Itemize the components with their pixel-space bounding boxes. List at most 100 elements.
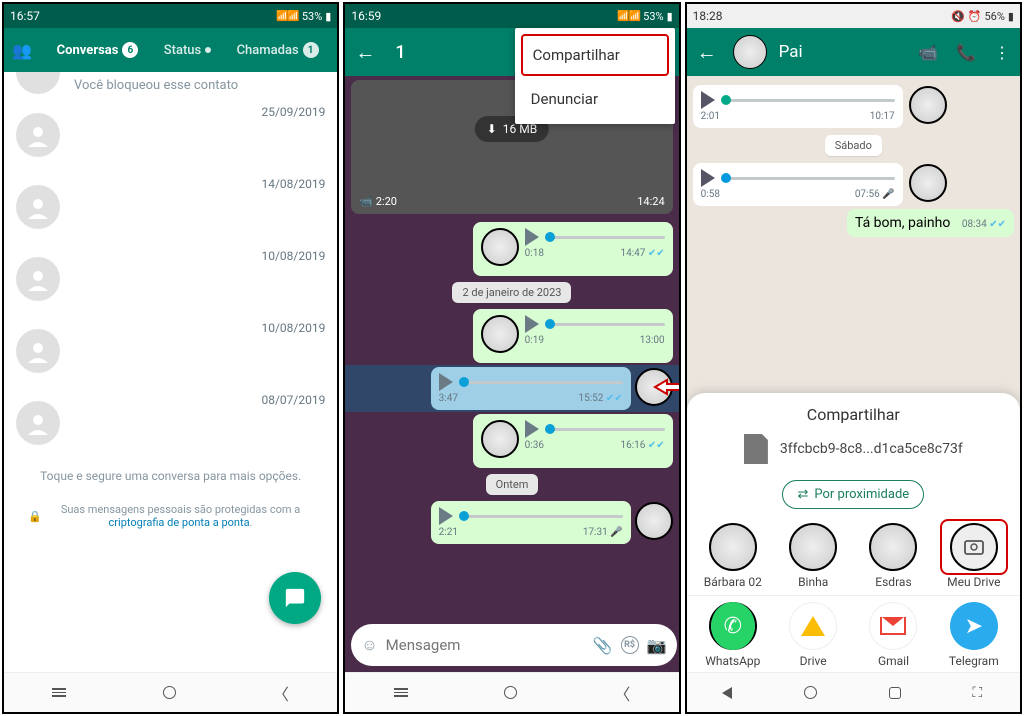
share-app-telegram[interactable]: ➤Telegram (934, 602, 1014, 668)
system-nav: ⛶ (687, 672, 1020, 712)
chat-row[interactable]: 10/08/2019 (4, 243, 337, 315)
date-divider: Ontem (486, 474, 539, 495)
expand-button[interactable]: ⛶ (972, 685, 984, 701)
chat-header: ← Pai 📹 📞 ⋮ (687, 28, 1020, 76)
status-time: 16:59 (351, 9, 381, 23)
chat-area[interactable]: ⬇ 16 MB 📹 2:20 14:24 0:1814:47 ✔✔ 2 de j… (345, 76, 678, 672)
read-ticks-icon: ✔✔ (648, 248, 665, 259)
text-msg-out[interactable]: Tá bom, painho 08:34 ✔✔ (693, 209, 1014, 237)
new-chat-fab[interactable] (269, 572, 321, 624)
recents-button[interactable] (889, 687, 901, 699)
encryption-notice: 🔒 Suas mensagens pessoais são protegidas… (4, 493, 337, 539)
nearby-icon: ⇄ (797, 487, 808, 502)
play-icon[interactable] (439, 507, 453, 525)
chat-row[interactable]: 10/08/2019 (4, 315, 337, 387)
avatar (16, 257, 60, 301)
system-nav: 〈 (345, 672, 678, 712)
share-target[interactable]: Binha (773, 523, 853, 589)
voice-msg[interactable]: 0:1913:00 (345, 307, 678, 365)
avatar (16, 113, 60, 157)
video-time: 14:24 (637, 195, 664, 208)
contact-name[interactable]: Pai (779, 42, 803, 62)
panel-2: 16:59 📶📶53%▮ ← 1 ↩ Compartilhar Denuncia… (343, 2, 680, 714)
avatar (635, 502, 673, 540)
date-divider: Sábado (825, 135, 882, 156)
share-title: Compartilhar (807, 405, 900, 424)
chat-list[interactable]: Você bloqueou esse contato 25/09/2019 14… (4, 72, 337, 672)
status-time: 18:28 (693, 9, 723, 23)
emoji-icon[interactable]: ☺ (361, 635, 377, 655)
voice-msg-in[interactable]: 0:5807:56 🎤 (693, 163, 1014, 206)
recents-button[interactable] (52, 688, 66, 697)
date-divider: 2 de janeiro de 2023 (452, 282, 571, 303)
tab-conversas[interactable]: Conversas 6 (57, 42, 139, 58)
share-app-whatsapp[interactable]: ✆WhatsApp (693, 602, 773, 668)
voice-msg[interactable]: 2:2117:31 🎤 (345, 499, 678, 546)
voice-msg[interactable]: 0:3616:16 ✔✔ (345, 412, 678, 470)
avatar (16, 72, 60, 94)
play-icon[interactable] (525, 420, 539, 438)
voice-msg-selected[interactable]: 3:4715:52 ✔✔ (345, 365, 678, 412)
back-button[interactable] (722, 687, 732, 699)
menu-share[interactable]: Compartilhar (521, 34, 669, 76)
share-target[interactable]: Bárbara 02 (693, 523, 773, 589)
tab-chamadas[interactable]: Chamadas 1 (237, 42, 319, 58)
avatar (16, 185, 60, 229)
payment-icon[interactable]: R$ (621, 636, 639, 654)
play-icon[interactable] (701, 169, 715, 187)
back-button[interactable]: 〈 (273, 681, 289, 705)
home-button[interactable] (804, 686, 817, 699)
avatar (481, 228, 519, 266)
back-icon[interactable]: ← (697, 40, 717, 65)
back-icon[interactable]: ← (355, 40, 375, 65)
message-input-bar: ☺ 📎 R$ 📷 🎤 (345, 618, 678, 672)
share-target-meu-drive[interactable]: Meu Drive (934, 523, 1014, 589)
share-target[interactable]: Esdras (853, 523, 933, 589)
camera-icon[interactable]: 📷 (647, 636, 667, 655)
play-icon[interactable] (525, 315, 539, 333)
video-duration: 📹 2:20 (359, 195, 397, 208)
share-file: 3ffcbcb9-8c8...d1ca5ce8c73f (744, 434, 963, 464)
status-bar: 16:59 📶📶53%▮ (345, 4, 678, 28)
avatar (16, 329, 60, 373)
status-right: 📶📶 53% ▮ (276, 10, 331, 23)
avatar (909, 164, 947, 202)
play-icon[interactable] (701, 91, 715, 109)
menu-icon[interactable]: ⋮ (994, 43, 1010, 62)
file-icon (744, 434, 768, 464)
tab-status[interactable]: Status (164, 43, 211, 58)
selection-count: 1 (395, 42, 405, 63)
recents-button[interactable] (394, 688, 408, 697)
encryption-link[interactable]: criptografia de ponta a ponta (109, 516, 250, 529)
panel-1: 16:57 📶📶 53% ▮ 👥 Conversas 6 Status Cham… (2, 2, 339, 714)
blocked-label: Você bloqueou esse contato (74, 78, 337, 93)
message-input[interactable]: ☺ 📎 R$ 📷 (351, 624, 676, 666)
avatar (16, 401, 60, 445)
communities-icon[interactable]: 👥 (10, 38, 34, 62)
avatar (481, 315, 519, 353)
callout-arrow-icon (653, 377, 681, 401)
chat-row[interactable]: 08/07/2019 (4, 387, 337, 459)
overflow-menu: Compartilhar Denunciar (515, 28, 675, 124)
attach-icon[interactable]: 📎 (593, 636, 613, 655)
chat-row[interactable]: 14/08/2019 (4, 171, 337, 243)
contact-avatar[interactable] (733, 35, 767, 69)
chat-area[interactable]: 2:0110:17 Sábado 0:5807:56 🎤 Tá bom, pai… (687, 76, 1020, 672)
video-call-icon[interactable]: 📹 (918, 43, 938, 62)
hold-hint: Toque e segure uma conversa para mais op… (4, 459, 337, 493)
play-icon[interactable] (525, 228, 539, 246)
chat-row[interactable]: 25/09/2019 (4, 99, 337, 171)
share-app-drive[interactable]: Drive (773, 602, 853, 668)
voice-call-icon[interactable]: 📞 (956, 43, 976, 62)
whatsapp-header: 👥 Conversas 6 Status Chamadas 1 (4, 28, 337, 72)
voice-msg[interactable]: 0:1814:47 ✔✔ (345, 220, 678, 278)
home-button[interactable] (504, 686, 517, 699)
home-button[interactable] (163, 686, 176, 699)
share-app-gmail[interactable]: Gmail (853, 602, 933, 668)
play-icon[interactable] (439, 373, 453, 391)
back-button[interactable]: 〈 (614, 681, 630, 705)
message-field[interactable] (386, 636, 585, 654)
voice-msg-in[interactable]: 2:0110:17 (693, 85, 1014, 128)
nearby-share-chip[interactable]: ⇄ Por proximidade (782, 480, 924, 509)
menu-report[interactable]: Denunciar (515, 78, 675, 120)
